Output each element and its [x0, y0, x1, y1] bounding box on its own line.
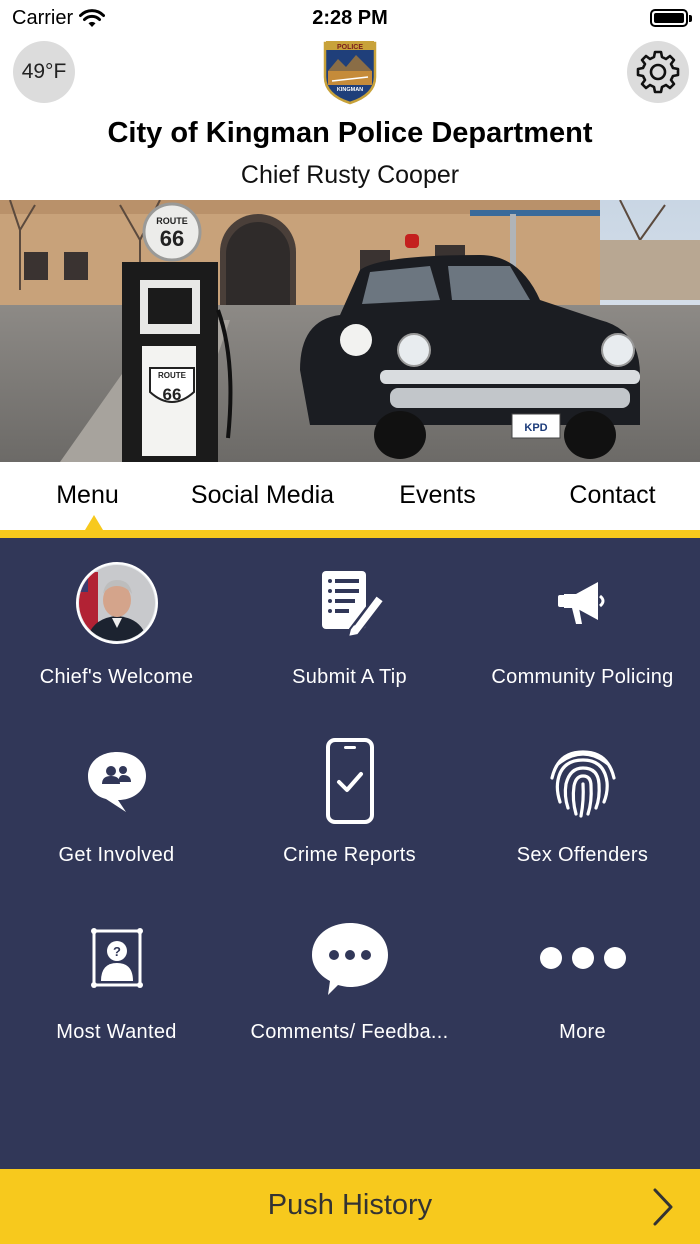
hero-image: ROUTE 66 ROUTE 66 KPD: [0, 200, 700, 462]
megaphone-icon: [557, 582, 604, 624]
plate-text: KPD: [524, 422, 547, 434]
sign-number-text: 66: [160, 226, 184, 251]
clock: 2:28 PM: [312, 7, 388, 29]
menu-item-sex-offenders[interactable]: Sex Offenders: [466, 716, 699, 876]
svg-text:?: ?: [113, 944, 121, 959]
menu-label: Sex Offenders: [516, 844, 649, 866]
menu-item-crime-reports[interactable]: Crime Reports: [233, 716, 466, 876]
status-bar: Carrier 2:28 PM: [0, 0, 700, 36]
badge-bottom-text: KINGMAN: [337, 87, 363, 93]
sign-route-text: ROUTE: [156, 216, 188, 226]
group-chat-icon: [87, 752, 146, 812]
menu-label: Submit A Tip: [292, 666, 407, 688]
menu-label: Crime Reports: [283, 844, 416, 866]
menu-label: Get Involved: [58, 844, 175, 866]
badge-top-text: POLICE: [337, 44, 363, 51]
menu-label: Chief's Welcome: [39, 666, 194, 688]
gear-icon: [636, 50, 680, 94]
tab-events[interactable]: Events: [350, 462, 525, 530]
menu-label: Comments/ Feedba...: [250, 1021, 449, 1043]
active-tab-indicator: [85, 515, 103, 530]
push-history-label: Push History: [267, 1189, 433, 1221]
wanted-poster-icon: ?: [90, 928, 143, 988]
tab-bar: Menu Social Media Events Contact: [0, 462, 700, 530]
phone-check-icon: [325, 738, 374, 824]
menu-label: More: [559, 1021, 606, 1043]
more-dots-icon: [539, 947, 626, 969]
menu-item-get-involved[interactable]: Get Involved: [0, 716, 233, 876]
menu-label: Community Policing: [491, 666, 674, 688]
settings-button[interactable]: [627, 41, 689, 103]
weather-button[interactable]: 49°F: [13, 41, 75, 103]
menu-item-comments-feedback[interactable]: Comments/ Feedba...: [233, 893, 466, 1053]
push-history-button[interactable]: Push History: [0, 1169, 700, 1244]
tab-contact[interactable]: Contact: [525, 462, 700, 530]
temperature: 49°F: [21, 60, 67, 83]
page-title: City of Kingman Police Department: [107, 117, 593, 149]
menu-item-chiefs-welcome[interactable]: Chief's Welcome: [0, 538, 233, 698]
menu-grid: Chief's Welcome Submit A Tip Community P…: [0, 538, 700, 1169]
shield-number-text: 66: [163, 385, 182, 404]
fingerprint-icon: [549, 750, 616, 818]
chief-avatar: [75, 562, 158, 644]
tab-underline: [0, 530, 700, 538]
chevron-right-icon: [653, 1188, 673, 1226]
menu-item-community-policing[interactable]: Community Policing: [466, 538, 699, 698]
menu-item-most-wanted[interactable]: ? Most Wanted: [0, 893, 233, 1053]
chat-bubble-dots-icon: [311, 923, 388, 995]
police-badge-logo: POLICE KINGMAN: [323, 41, 377, 105]
document-pencil-icon: [321, 571, 385, 639]
battery-icon: [650, 9, 692, 27]
tab-social-media[interactable]: Social Media: [175, 462, 350, 530]
shield-route-text: ROUTE: [158, 371, 187, 380]
menu-item-more[interactable]: More: [466, 893, 699, 1053]
menu-item-submit-a-tip[interactable]: Submit A Tip: [233, 538, 466, 698]
page-subtitle: Chief Rusty Cooper: [240, 161, 460, 189]
menu-label: Most Wanted: [56, 1021, 177, 1043]
